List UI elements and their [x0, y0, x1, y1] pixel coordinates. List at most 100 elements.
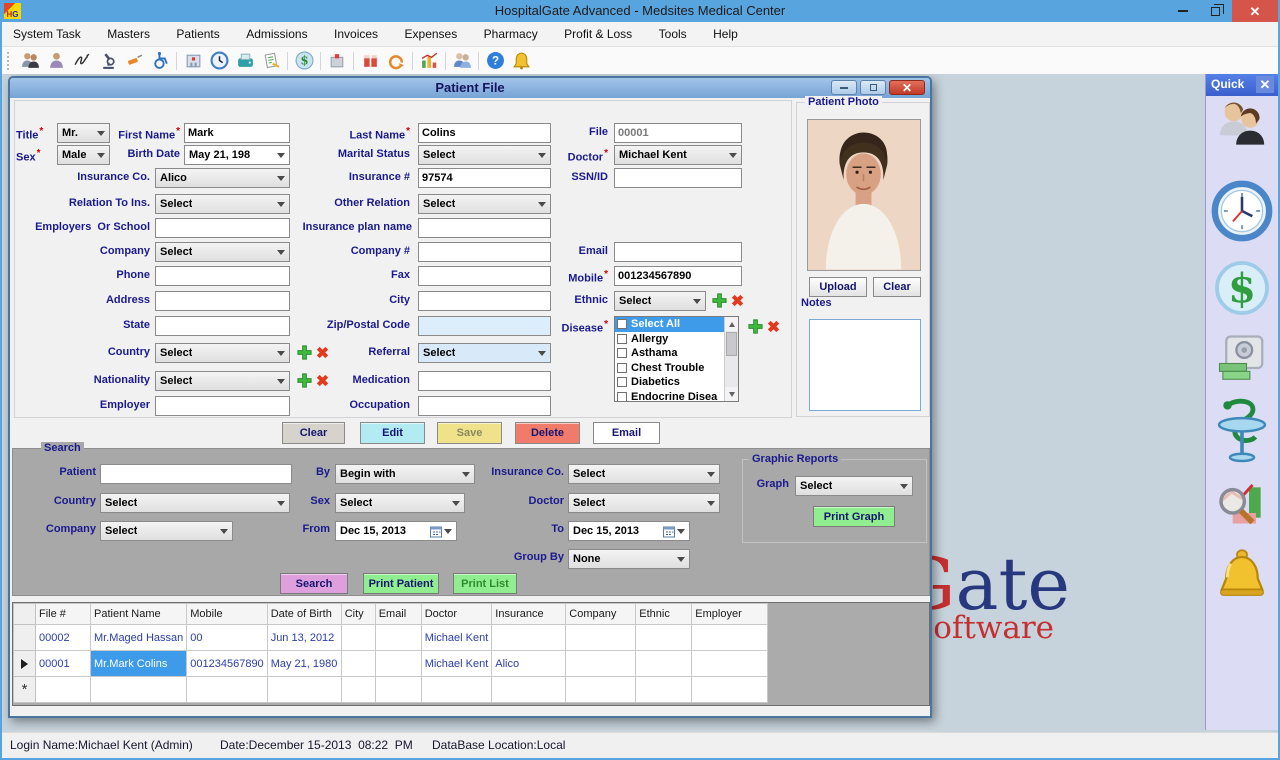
insurance-co-select[interactable]: Alico [155, 168, 290, 188]
col-doctor[interactable]: Doctor [421, 604, 492, 625]
row-header[interactable] [14, 625, 36, 651]
menu-invoices[interactable]: Invoices [323, 22, 389, 47]
help-icon[interactable]: ? [484, 51, 506, 71]
cell-insurance[interactable] [492, 625, 566, 651]
cell-file[interactable]: 00001 [36, 651, 91, 677]
cell-dob[interactable]: May 21, 1980 [267, 651, 341, 677]
cell-employer[interactable] [692, 625, 768, 651]
employer-input[interactable] [155, 396, 290, 416]
address-input[interactable] [155, 291, 290, 311]
menu-patients[interactable]: Patients [165, 22, 230, 47]
edit-button[interactable]: Edit [360, 422, 425, 444]
menu-admissions[interactable]: Admissions [235, 22, 318, 47]
appointments-clock-icon[interactable] [208, 51, 230, 71]
cell-ethnic[interactable] [636, 625, 692, 651]
cell-mobile[interactable]: 00 [187, 625, 267, 651]
disease-scrollbar[interactable] [724, 317, 738, 401]
disease-option-select-all[interactable]: Select All [615, 317, 738, 332]
phone-input[interactable] [155, 266, 290, 286]
save-button[interactable]: Save [437, 422, 502, 444]
cell-ethnic[interactable] [636, 651, 692, 677]
ethnic-select[interactable]: Select [614, 291, 706, 311]
disease-option-asthama[interactable]: Asthama [615, 346, 738, 361]
cell-city[interactable] [341, 625, 375, 651]
nationality-select[interactable]: Select [155, 371, 290, 391]
quick-close-icon[interactable]: ✕ [1256, 76, 1274, 93]
state-input[interactable] [155, 316, 290, 336]
cell-patient-name-selected[interactable]: Mr.Mark Colins [91, 651, 187, 677]
col-file[interactable]: File # [36, 604, 91, 625]
cell-patient-name[interactable]: Mr.Maged Hassan [91, 625, 187, 651]
clear-button[interactable]: Clear [282, 422, 345, 444]
col-city[interactable]: City [341, 604, 375, 625]
lab-icon[interactable] [97, 51, 119, 71]
search-from-date[interactable]: Dec 15, 2013 [335, 521, 457, 541]
clear-photo-button[interactable]: Clear [873, 277, 921, 297]
scroll-down-icon[interactable] [725, 387, 738, 401]
row-header-current[interactable] [14, 651, 36, 677]
title-select[interactable]: Mr. [57, 123, 110, 143]
print-graph-button[interactable]: Print Graph [813, 506, 895, 527]
scroll-thumb[interactable] [726, 332, 737, 356]
doctor-select[interactable]: Michael Kent [614, 145, 742, 165]
menu-tools[interactable]: Tools [648, 22, 698, 47]
sex-select[interactable]: Male [57, 145, 110, 165]
delete-button[interactable]: Delete [515, 422, 580, 444]
cell-doctor[interactable]: Michael Kent [421, 651, 492, 677]
quick-billing-icon[interactable]: $ [1212, 258, 1272, 323]
col-company[interactable]: Company [566, 604, 636, 625]
disease-option-allergy[interactable]: Allergy [615, 332, 738, 347]
disease-delete-icon[interactable] [765, 318, 782, 335]
search-patient-input[interactable] [100, 464, 292, 484]
company-select[interactable]: Select [155, 242, 290, 262]
menu-pharmacy[interactable]: Pharmacy [473, 22, 549, 47]
col-insurance[interactable]: Insurance [492, 604, 566, 625]
menu-masters[interactable]: Masters [96, 22, 161, 47]
injection-icon[interactable] [123, 51, 145, 71]
stock-report-icon[interactable] [418, 51, 440, 71]
scroll-up-icon[interactable] [725, 317, 738, 331]
search-by-select[interactable]: Begin with [335, 464, 475, 484]
relation-to-ins-select[interactable]: Select [155, 194, 290, 214]
col-email[interactable]: Email [375, 604, 421, 625]
other-relation-select[interactable]: Select [418, 194, 551, 214]
cell-mobile[interactable]: 001234567890 [187, 651, 267, 677]
cell-email[interactable] [375, 625, 421, 651]
ssn-input[interactable] [614, 168, 742, 188]
col-ethnic[interactable]: Ethnic [636, 604, 692, 625]
minimize-button[interactable] [1168, 0, 1198, 22]
search-country-select[interactable]: Select [100, 493, 290, 513]
close-button[interactable]: ✕ [1232, 0, 1278, 22]
cell-company[interactable] [566, 625, 636, 651]
reminder-bell-icon[interactable] [510, 51, 532, 71]
menu-system-task[interactable]: System Task [2, 22, 92, 47]
menu-expenses[interactable]: Expenses [394, 22, 469, 47]
first-name-input[interactable] [184, 123, 290, 143]
notes-textarea[interactable] [809, 319, 921, 411]
disease-option-diabetics[interactable]: Diabetics [615, 375, 738, 390]
disease-option-endocrine[interactable]: Endocrine Disea [615, 390, 738, 403]
cell-dob[interactable]: Jun 13, 2012 [267, 625, 341, 651]
occupation-input[interactable] [418, 396, 551, 416]
dialog-close-button[interactable]: ✕ [889, 80, 925, 95]
col-mobile[interactable]: Mobile [187, 604, 267, 625]
search-group-by-select[interactable]: None [568, 549, 690, 569]
ethnic-add-icon[interactable] [711, 292, 728, 309]
dialog-minimize-button[interactable] [831, 80, 857, 95]
disease-listbox[interactable]: Select All Allergy Asthama Chest Trouble… [614, 316, 739, 402]
menu-help[interactable]: Help [702, 22, 749, 47]
search-company-select[interactable]: Select [100, 521, 233, 541]
search-doctor-select[interactable]: Select [568, 493, 720, 513]
dialog-title-bar[interactable]: Patient File ✕ [10, 78, 930, 98]
cell-city[interactable] [341, 651, 375, 677]
insurance-plan-input[interactable] [418, 218, 551, 238]
fax-icon[interactable] [234, 51, 256, 71]
medication-input[interactable] [418, 371, 551, 391]
search-to-date[interactable]: Dec 15, 2013 [568, 521, 690, 541]
undo-arrow-icon[interactable] [385, 51, 407, 71]
ethnic-delete-icon[interactable] [729, 292, 746, 309]
gift-icon[interactable] [359, 51, 381, 71]
signature-icon[interactable] [71, 51, 93, 71]
disease-option-chest-trouble[interactable]: Chest Trouble [615, 361, 738, 376]
search-button[interactable]: Search [280, 573, 348, 594]
